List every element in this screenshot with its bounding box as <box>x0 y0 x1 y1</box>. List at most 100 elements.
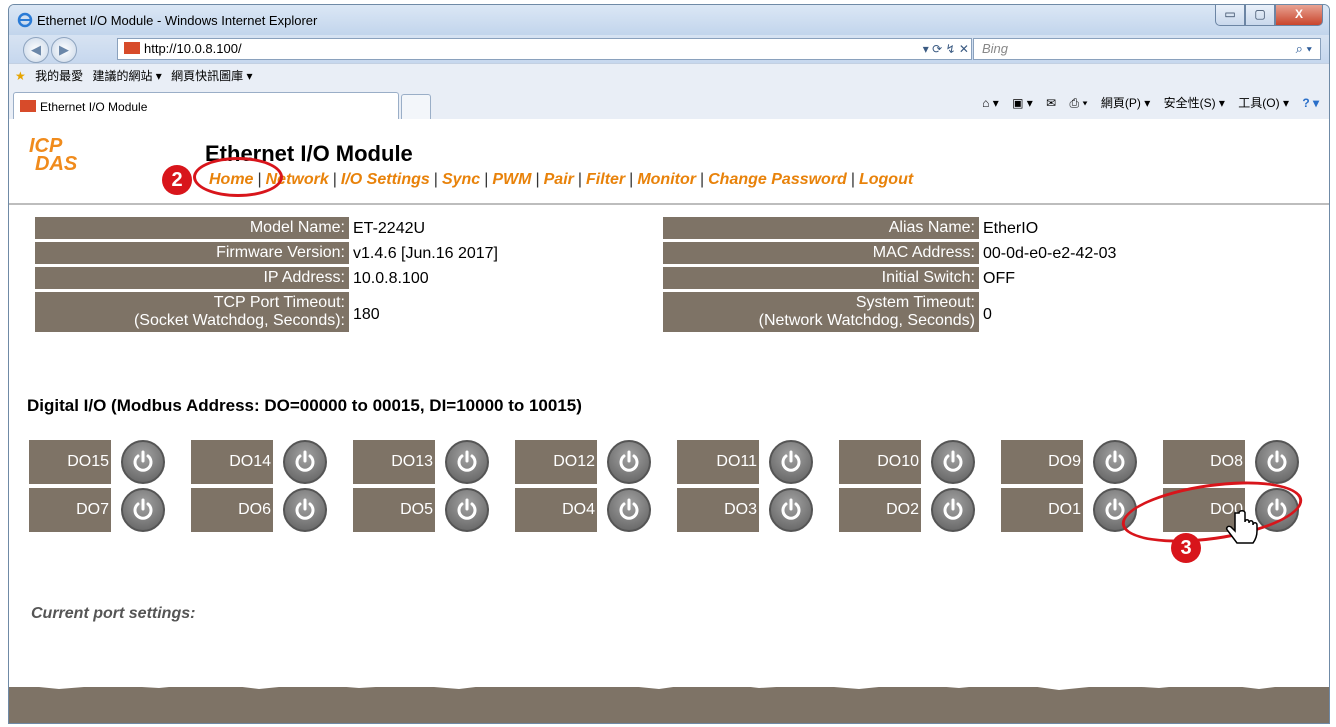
search-icon[interactable]: ⌕ ▾ <box>1296 39 1312 59</box>
search-placeholder: Bing <box>982 41 1009 56</box>
favorites-bar: ★ 我的最愛 建議的網站 ▾ 網頁快訊圖庫 ▾ <box>9 63 1329 88</box>
power-icon <box>943 450 963 472</box>
nav-sync[interactable]: Sync <box>442 171 480 188</box>
nav-monitor[interactable]: Monitor <box>637 171 696 188</box>
favorites-label[interactable]: 我的最愛 <box>35 69 83 83</box>
suggested-sites[interactable]: 建議的網站 ▾ <box>92 69 161 83</box>
web-slice-gallery[interactable]: 網頁快訊圖庫 ▾ <box>171 69 252 83</box>
power-toggle-do11[interactable] <box>769 440 813 484</box>
ip-value: 10.0.8.100 <box>353 270 429 287</box>
power-toggle-do3[interactable] <box>769 488 813 532</box>
url-field[interactable]: http://10.0.8.100/ ▾ ⟳ ↯ ✕ <box>117 38 972 60</box>
window-title: Ethernet I/O Module - Windows Internet E… <box>37 13 318 28</box>
info-label: TCP Port Timeout: (Socket Watchdog, Secon… <box>35 292 349 332</box>
site-favicon <box>124 42 140 54</box>
do-label-do15: DO15 <box>29 440 111 484</box>
title-bar: Ethernet I/O Module - Windows Internet E… <box>9 5 1329 35</box>
info-label: Firmware Version: <box>35 242 349 264</box>
nav-change-password[interactable]: Change Password <box>708 171 847 188</box>
info-label: Model Name: <box>35 217 349 239</box>
power-toggle-do15[interactable] <box>121 440 165 484</box>
power-toggle-do5[interactable] <box>445 488 489 532</box>
address-tools[interactable]: ▾ ⟳ ↯ ✕ <box>923 39 969 59</box>
power-icon <box>295 498 315 520</box>
do-label-do3: DO3 <box>677 488 759 532</box>
power-icon <box>619 450 639 472</box>
power-icon <box>457 498 477 520</box>
system-timeout-label: System Timeout: <box>855 294 975 311</box>
do-label-do14: DO14 <box>191 440 273 484</box>
info-label: Alias Name: <box>663 217 979 239</box>
nav-sep: | <box>484 171 489 188</box>
power-toggle-do14[interactable] <box>283 440 327 484</box>
nav-logout[interactable]: Logout <box>859 171 913 188</box>
torn-edge <box>9 679 1329 690</box>
info-row: System Timeout: (Network Watchdog, Second… <box>663 292 1323 332</box>
current-port-settings: Current port settings: <box>31 605 196 622</box>
power-toggle-do8[interactable] <box>1255 440 1299 484</box>
url-text: http://10.0.8.100/ <box>144 41 242 56</box>
search-input[interactable]: Bing ⌕ ▾ <box>973 38 1321 60</box>
forward-button[interactable]: ▶ <box>51 37 77 63</box>
power-toggle-do4[interactable] <box>607 488 651 532</box>
nav-sep: | <box>850 171 855 188</box>
maximize-button[interactable]: ▢ <box>1245 5 1275 26</box>
nav-io-settings[interactable]: I/O Settings <box>341 171 430 188</box>
back-button[interactable]: ◀ <box>23 37 49 63</box>
power-toggle-do12[interactable] <box>607 440 651 484</box>
power-icon <box>781 450 801 472</box>
favorites-star-icon[interactable]: ★ <box>15 69 26 83</box>
model-name-value: ET-2242U <box>353 220 426 237</box>
nav-sep: | <box>629 171 634 188</box>
tab-title: Ethernet I/O Module <box>40 100 148 114</box>
power-toggle-do7[interactable] <box>121 488 165 532</box>
feeds-icon[interactable]: ▣ ▾ <box>1012 96 1033 110</box>
page-menu[interactable]: 網頁(P) ▾ <box>1101 96 1150 110</box>
mac-value: 00-0d-e0-e2-42-03 <box>983 245 1117 262</box>
do-label-do7: DO7 <box>29 488 111 532</box>
callout-3: 3 <box>1171 533 1201 563</box>
info-right: Alias Name: EtherIO MAC Address: 00-0d-e0-… <box>663 217 1323 335</box>
do0-highlight-ellipse <box>1117 471 1307 553</box>
address-bar: ◀ ▶ http://10.0.8.100/ ▾ ⟳ ↯ ✕ Bing ⌕ ▾ <box>9 35 1329 63</box>
do-label-do2: DO2 <box>839 488 921 532</box>
power-toggle-do10[interactable] <box>931 440 975 484</box>
power-toggle-do13[interactable] <box>445 440 489 484</box>
do-label-do12: DO12 <box>515 440 597 484</box>
web-page: ICP DAS Ethernet I/O Module Home | Network… <box>9 119 1329 723</box>
new-tab-button[interactable] <box>401 94 431 121</box>
browser-window: Ethernet I/O Module - Windows Internet E… <box>8 4 1330 724</box>
power-icon <box>1105 450 1125 472</box>
nav-sep: | <box>433 171 438 188</box>
power-icon <box>295 450 315 472</box>
power-toggle-do2[interactable] <box>931 488 975 532</box>
info-row: MAC Address: 00-0d-e0-e2-42-03 <box>663 242 1323 264</box>
do-label-do8: DO8 <box>1163 440 1245 484</box>
help-icon[interactable]: ? ▾ <box>1302 96 1319 110</box>
tab-favicon <box>20 100 36 112</box>
tcp-timeout-label: TCP Port Timeout: <box>213 294 345 311</box>
nav-pair[interactable]: Pair <box>544 171 574 188</box>
home-icon[interactable]: ⌂ ▾ <box>982 96 999 110</box>
power-toggle-do9[interactable] <box>1093 440 1137 484</box>
page-header: ICP DAS Ethernet I/O Module Home | Network… <box>9 119 1329 205</box>
do-label-do4: DO4 <box>515 488 597 532</box>
mail-icon[interactable]: ✉ <box>1046 96 1056 110</box>
minimize-button[interactable]: ▭ <box>1215 5 1245 26</box>
nav-pwm[interactable]: PWM <box>492 171 531 188</box>
tab-ethernet-io[interactable]: Ethernet I/O Module <box>13 92 399 121</box>
info-row: Firmware Version: v1.4.6 [Jun.16 2017] <box>35 242 625 264</box>
close-button[interactable]: X <box>1275 5 1323 26</box>
nav-sep: | <box>332 171 337 188</box>
command-bar: ⌂ ▾ ▣ ▾ ✉ ⎙ ▾ 網頁(P) ▾ 安全性(S) ▾ 工具(O) ▾ ?… <box>972 94 1319 111</box>
nav-filter[interactable]: Filter <box>586 171 625 188</box>
system-timeout-value: 0 <box>983 306 992 323</box>
info-row: TCP Port Timeout: (Socket Watchdog, Secon… <box>35 292 625 332</box>
safety-menu[interactable]: 安全性(S) ▾ <box>1164 96 1225 110</box>
power-toggle-do6[interactable] <box>283 488 327 532</box>
callout-2: 2 <box>162 165 192 195</box>
tools-menu[interactable]: 工具(O) ▾ <box>1238 96 1289 110</box>
print-icon[interactable]: ⎙ ▾ <box>1070 96 1088 110</box>
icpdas-logo: ICP DAS <box>29 136 77 174</box>
alias-value: EtherIO <box>983 220 1039 237</box>
